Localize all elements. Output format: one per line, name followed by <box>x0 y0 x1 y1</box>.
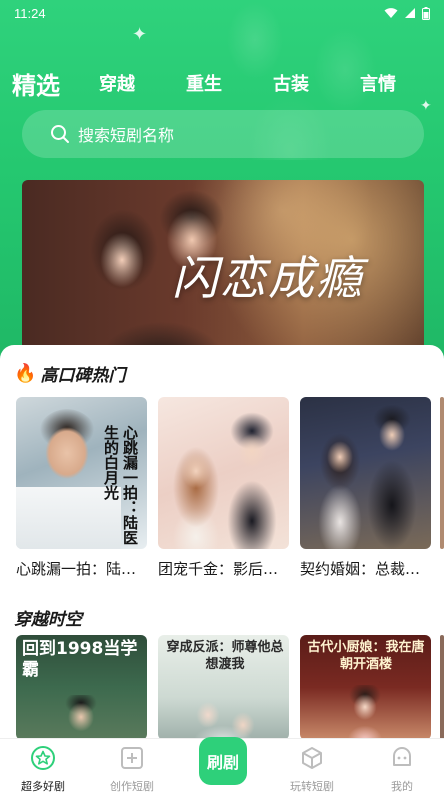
hero-header: ✦ ✦ 11:24 精选 穿越 重生 古装 言情 搜索短剧名称 闪恋成瘾 <box>0 0 444 372</box>
drama-poster[interactable]: 心跳漏一拍：陆医生的白月光 <box>16 397 147 549</box>
poster-art <box>32 409 102 489</box>
nav-center-button[interactable]: 刷剧 <box>199 737 247 785</box>
tab-romance[interactable]: 言情 <box>360 70 396 96</box>
tab-rebirth[interactable]: 重生 <box>186 70 222 96</box>
poster-art <box>340 685 390 740</box>
sparkle-icon: ✦ <box>132 24 148 45</box>
search-icon <box>51 125 69 143</box>
tab-featured[interactable]: 精选 <box>12 66 60 101</box>
poster-art <box>220 411 286 549</box>
drama-title[interactable]: 契约婚姻：总裁的替身新娘 <box>300 558 431 579</box>
poster-art <box>166 437 224 549</box>
status-time: 11:24 <box>14 5 46 21</box>
drama-poster[interactable]: 回到1998当学霸 <box>16 635 147 740</box>
star-badge-icon <box>31 746 55 770</box>
search-input[interactable]: 搜索短剧名称 <box>22 110 424 158</box>
status-bar: 11:24 <box>0 0 444 26</box>
drama-title[interactable]: 团宠千金：影后归来 <box>158 558 289 579</box>
nav-item-dramas[interactable]: 超多好剧 <box>3 745 83 794</box>
cube-icon <box>302 747 322 769</box>
poster-text: 穿成反派：师尊他总想渡我 <box>166 640 284 672</box>
add-square-icon <box>121 747 143 769</box>
poster-text: 回到1998当学霸 <box>22 639 138 680</box>
poster-art <box>358 405 428 549</box>
search-placeholder: 搜索短剧名称 <box>78 126 175 145</box>
banner-title: 闪恋成瘾 <box>172 251 364 305</box>
nav-item-profile[interactable]: 我的 <box>362 745 442 794</box>
section-title-hot: 🔥 高口碑热门 <box>14 361 125 386</box>
section-title-text: 高口碑热门 <box>40 366 126 386</box>
drama-poster-partial[interactable] <box>440 635 444 740</box>
tab-costume[interactable]: 古装 <box>273 70 309 96</box>
nav-label: 玩转短剧 <box>290 780 334 793</box>
nav-label: 超多好剧 <box>21 780 65 793</box>
drama-poster[interactable] <box>300 397 431 549</box>
poster-text: 心跳漏一拍：陆医生的白月光 <box>102 425 139 545</box>
category-tabs: 精选 穿越 重生 古装 言情 <box>0 64 444 104</box>
profile-face-icon <box>393 747 411 766</box>
drama-poster[interactable]: 穿成反派：师尊他总想渡我 <box>158 635 289 740</box>
section-title-time-travel: 穿越时空 <box>14 605 82 630</box>
featured-banner[interactable]: 闪恋成瘾 <box>22 180 424 370</box>
nav-label: 我的 <box>391 780 413 793</box>
poster-text: 古代小厨娘：我在唐朝开酒楼 <box>307 640 425 672</box>
poster-art <box>178 685 268 740</box>
drama-poster-partial[interactable] <box>440 397 444 549</box>
section-title-text: 穿越时空 <box>14 610 82 630</box>
drama-poster[interactable] <box>158 397 289 549</box>
nav-item-play[interactable]: 玩转短剧 <box>272 745 352 794</box>
battery-icon <box>422 6 430 20</box>
bottom-nav: 超多好剧 创作短剧 刷剧 玩转短剧 我的 <box>0 737 444 800</box>
signal-icon <box>405 8 415 18</box>
nav-item-create[interactable]: 创作短剧 <box>92 745 172 794</box>
content-sheet: 🔥 高口碑热门 心跳漏一拍：陆医生的白月光 心跳漏一拍：陆医生的白月光 团宠千金… <box>0 345 444 800</box>
nav-center-label: 刷剧 <box>206 753 239 772</box>
flame-icon: 🔥 <box>14 363 37 384</box>
wifi-icon <box>384 8 398 18</box>
drama-poster[interactable]: 古代小厨娘：我在唐朝开酒楼 <box>300 635 431 740</box>
drama-title[interactable]: 心跳漏一拍：陆医生的白月光 <box>16 558 147 579</box>
tab-time-travel[interactable]: 穿越 <box>99 70 135 96</box>
status-icons <box>384 6 430 20</box>
poster-art <box>56 695 106 740</box>
nav-label: 创作短剧 <box>110 780 154 793</box>
